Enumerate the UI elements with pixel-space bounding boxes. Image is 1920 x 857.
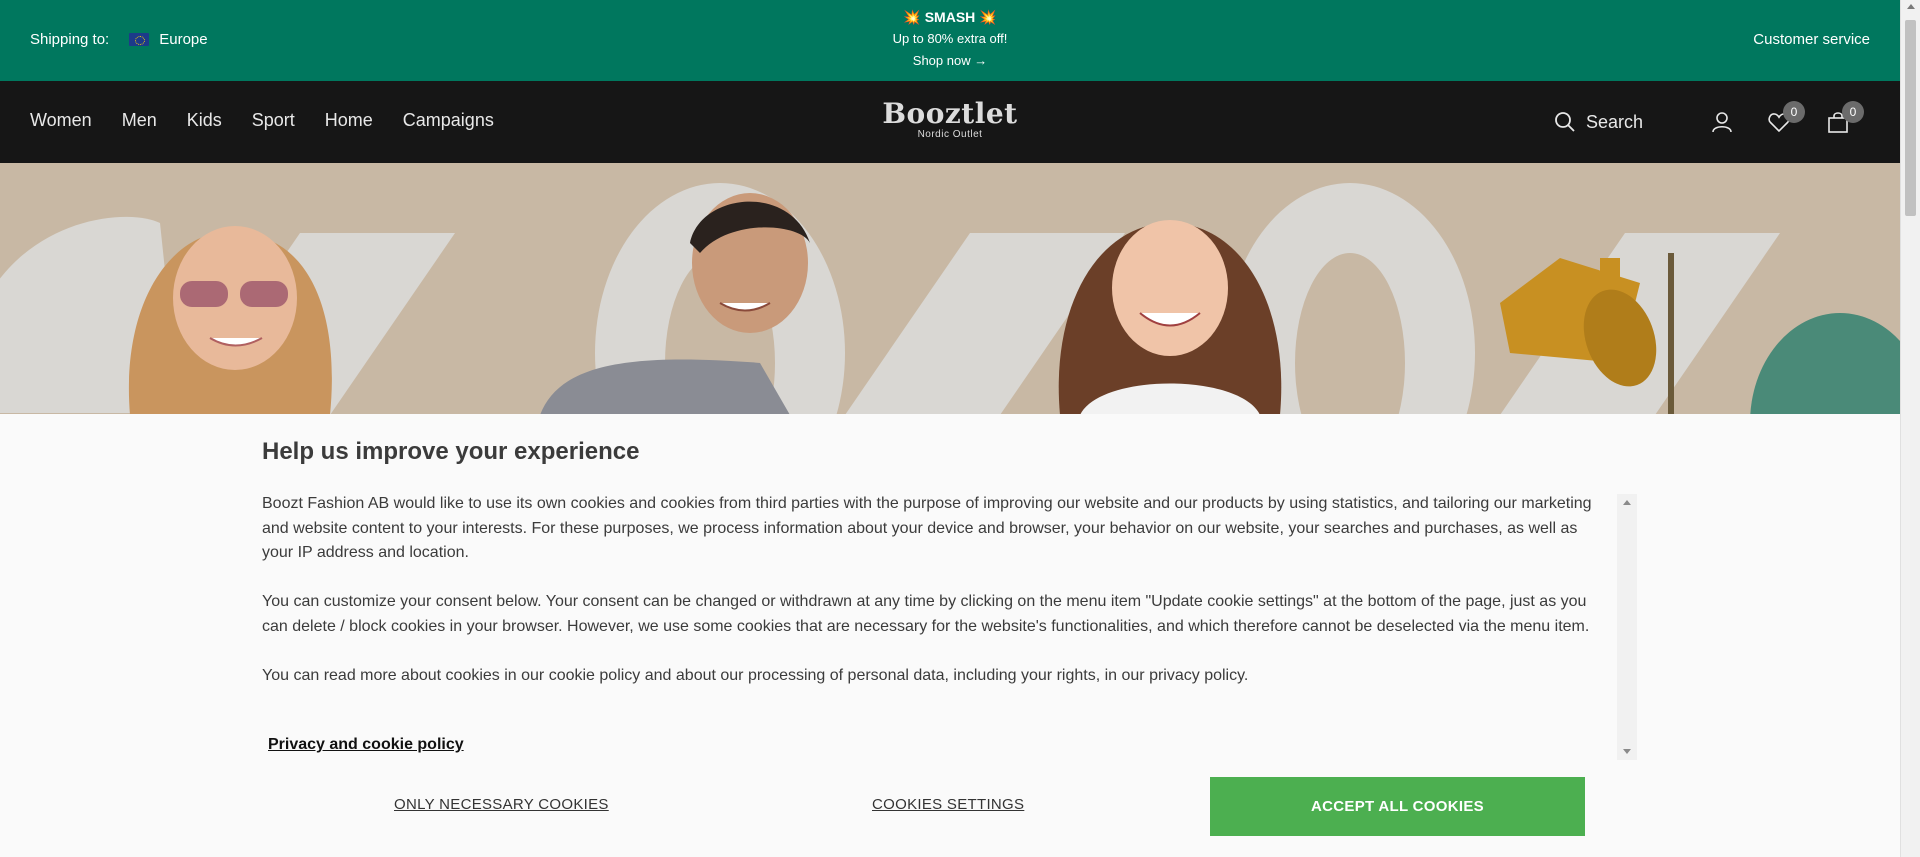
scrollbar-thumb[interactable]: [1905, 20, 1916, 216]
privacy-policy-link[interactable]: Privacy and cookie policy: [268, 736, 464, 754]
user-icon: [1712, 112, 1732, 133]
account-button[interactable]: [1710, 110, 1734, 139]
main-nav: Women Men Kids Sport Home Campaigns Booz…: [0, 81, 1900, 163]
only-necessary-cookies-button[interactable]: ONLY NECESSARY COOKIES: [394, 796, 609, 813]
cookie-paragraph-1: Boozt Fashion AB would like to use its o…: [262, 495, 1592, 561]
promo-headline: 💥 SMASH 💥: [903, 9, 997, 25]
promo-offer: Up to 80% extra off!: [892, 31, 1008, 46]
hero-banner[interactable]: [0, 163, 1900, 415]
cookie-paragraph-3: You can read more about cookies in our c…: [262, 666, 1249, 684]
cookie-description: Boozt Fashion AB would like to use its o…: [262, 492, 1596, 713]
cookie-consent-panel: Help us improve your experience Boozt Fa…: [0, 414, 1900, 857]
search-label: Search: [1586, 111, 1644, 132]
wishlist-button[interactable]: 0: [1767, 101, 1805, 139]
wishlist-count-badge: 0: [1783, 101, 1805, 123]
cart-button[interactable]: 0: [1826, 101, 1864, 139]
promo-cta-link[interactable]: Shop now →: [0, 50, 1900, 72]
search-button[interactable]: Search: [1554, 111, 1643, 133]
cart-count-badge: 0: [1842, 101, 1864, 123]
cookies-settings-button[interactable]: COOKIES SETTINGS: [872, 796, 1024, 813]
scroll-down-arrow-icon[interactable]: [1623, 749, 1631, 754]
promo-message[interactable]: 💥 SMASH 💥 Up to 80% extra off! Shop now …: [0, 6, 1900, 72]
cookie-paragraph-2: You can customize your consent below. Yo…: [262, 593, 1590, 635]
scroll-up-arrow-icon[interactable]: [1907, 4, 1915, 9]
cookie-text-scrollbar[interactable]: [1617, 494, 1637, 760]
accept-all-cookies-button[interactable]: ACCEPT ALL COOKIES: [1210, 777, 1585, 836]
cookie-title: Help us improve your experience: [262, 438, 640, 465]
customer-service-link[interactable]: Customer service: [1753, 31, 1870, 48]
search-icon: [1555, 112, 1575, 132]
hero-image: [0, 183, 1900, 415]
scroll-up-arrow-icon[interactable]: [1623, 500, 1631, 505]
page-scrollbar[interactable]: [1900, 0, 1920, 857]
promo-bar: Shipping to: Europe 💥 SMASH 💥 Up to 80% …: [0, 0, 1900, 81]
